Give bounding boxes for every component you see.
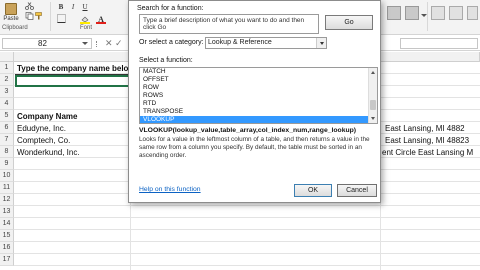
borders-icon[interactable] bbox=[56, 14, 66, 23]
ribbon-tool-icon[interactable] bbox=[405, 6, 419, 20]
scroll-thumb[interactable] bbox=[370, 100, 376, 110]
gridline bbox=[14, 205, 480, 206]
ribbon-tool-icon[interactable] bbox=[387, 6, 401, 20]
cut-icon[interactable] bbox=[24, 2, 34, 10]
row-header[interactable]: 5 bbox=[0, 110, 14, 122]
row-header[interactable]: 3 bbox=[0, 86, 14, 98]
fill-color-icon[interactable] bbox=[80, 14, 90, 24]
row-header[interactable]: 10 bbox=[0, 170, 14, 182]
copy-icon[interactable] bbox=[24, 12, 34, 20]
category-value: Lookup & Reference bbox=[208, 39, 272, 46]
ribbon-tool-icon[interactable] bbox=[449, 6, 463, 20]
ribbon-divider bbox=[50, 2, 51, 31]
row-header[interactable]: 17 bbox=[0, 254, 14, 266]
function-list-item[interactable]: ROW bbox=[140, 84, 369, 92]
cancel-entry-icon[interactable]: ✕ bbox=[105, 38, 113, 49]
function-list-item[interactable]: OFFSET bbox=[140, 76, 369, 84]
scroll-down-icon[interactable] bbox=[371, 117, 375, 120]
underline-button[interactable]: U bbox=[80, 2, 90, 12]
gridline bbox=[14, 241, 480, 242]
formula-input[interactable] bbox=[400, 38, 478, 49]
column-header[interactable] bbox=[14, 52, 130, 62]
category-select[interactable]: Lookup & Reference bbox=[205, 37, 327, 49]
row-header[interactable]: 14 bbox=[0, 218, 14, 230]
row-header[interactable]: 16 bbox=[0, 242, 14, 254]
row-header[interactable]: 2 bbox=[0, 74, 14, 86]
insert-function-dialog: Search for a function: Type a brief desc… bbox=[128, 0, 381, 203]
function-list-item[interactable]: VLOOKUP bbox=[140, 116, 369, 123]
row-header[interactable]: 9 bbox=[0, 158, 14, 170]
cell-a6[interactable]: Edudyne, Inc. bbox=[17, 123, 66, 135]
search-label: Search for a function: bbox=[137, 5, 204, 12]
ribbon-tool-icon[interactable] bbox=[431, 6, 445, 20]
cell-a8[interactable]: Wonderkund, Inc. bbox=[17, 147, 80, 159]
cell-a5[interactable]: Company Name bbox=[17, 111, 77, 123]
function-list-item[interactable]: RTD bbox=[140, 100, 369, 108]
row-header[interactable]: 6 bbox=[0, 122, 14, 134]
ribbon-right-panel bbox=[381, 0, 480, 35]
row-header[interactable]: 15 bbox=[0, 230, 14, 242]
font-color-icon[interactable]: A bbox=[96, 14, 106, 24]
cell-d8[interactable]: ent Circle East Lansing M bbox=[382, 147, 480, 159]
column-header[interactable] bbox=[380, 52, 480, 62]
ribbon-divider bbox=[427, 2, 428, 31]
paste-label: Paste bbox=[3, 15, 19, 22]
ok-button[interactable]: OK bbox=[294, 184, 332, 197]
row-header[interactable]: 1 bbox=[0, 62, 14, 74]
paste-button[interactable]: Paste bbox=[2, 0, 20, 24]
row-header[interactable]: 7 bbox=[0, 134, 14, 146]
font-group-label: Font bbox=[80, 25, 93, 31]
function-syntax: VLOOKUP(lookup_value,table_array,col_ind… bbox=[139, 127, 357, 134]
gridline bbox=[14, 229, 480, 230]
function-list-scrollbar[interactable] bbox=[368, 68, 377, 123]
function-list-item[interactable]: MATCH bbox=[140, 68, 369, 76]
function-description: Looks for a value in the leftmost column… bbox=[139, 136, 370, 159]
chevron-down-icon[interactable] bbox=[82, 42, 88, 45]
function-search-input[interactable]: Type a brief description of what you wan… bbox=[139, 14, 319, 34]
gridline bbox=[14, 217, 480, 218]
row-header[interactable]: 11 bbox=[0, 182, 14, 194]
function-list[interactable]: MATCH OFFSET ROW ROWS RTD TRANSPOSE VLOOKUP bbox=[139, 67, 378, 124]
cell-d6[interactable]: East Lansing, MI 4882 bbox=[385, 123, 480, 135]
cell-d7[interactable]: East Lansing, MI 48823 bbox=[385, 135, 480, 147]
active-cell[interactable] bbox=[15, 75, 130, 87]
name-box[interactable]: 82 bbox=[2, 38, 92, 49]
help-link[interactable]: Help on this function bbox=[139, 186, 201, 193]
font-color-swatch bbox=[96, 22, 106, 24]
select-all-corner[interactable] bbox=[0, 52, 14, 62]
format-painter-icon[interactable] bbox=[34, 12, 44, 20]
go-button[interactable]: Go bbox=[325, 15, 373, 30]
row-header[interactable]: 12 bbox=[0, 194, 14, 206]
bold-button[interactable]: B bbox=[56, 2, 66, 12]
ribbon-tool-icon[interactable] bbox=[467, 6, 478, 20]
row-header[interactable]: 4 bbox=[0, 98, 14, 110]
row-header[interactable]: 13 bbox=[0, 206, 14, 218]
category-label: Or select a category: bbox=[139, 39, 204, 46]
cancel-button[interactable]: Cancel bbox=[337, 184, 377, 197]
fill-color-swatch bbox=[80, 22, 90, 24]
function-list-item[interactable]: TRANSPOSE bbox=[140, 108, 369, 116]
gridline bbox=[14, 265, 480, 266]
cell-a7[interactable]: Comptech, Co. bbox=[17, 135, 70, 147]
scroll-up-icon[interactable] bbox=[371, 71, 375, 74]
function-list-item[interactable]: ROWS bbox=[140, 92, 369, 100]
clipboard-icon bbox=[5, 2, 17, 15]
enter-entry-icon[interactable]: ✓ bbox=[115, 38, 123, 49]
row-header[interactable]: 8 bbox=[0, 146, 14, 158]
italic-button[interactable]: I bbox=[68, 2, 78, 12]
select-function-label: Select a function: bbox=[139, 57, 193, 64]
formula-bar-grip bbox=[96, 41, 98, 47]
gridline bbox=[14, 253, 480, 254]
function-list-items: MATCH OFFSET ROW ROWS RTD TRANSPOSE VLOOKUP bbox=[140, 68, 377, 123]
clipboard-group-label: Clipboard bbox=[2, 25, 28, 31]
chevron-down-icon[interactable] bbox=[316, 38, 326, 48]
